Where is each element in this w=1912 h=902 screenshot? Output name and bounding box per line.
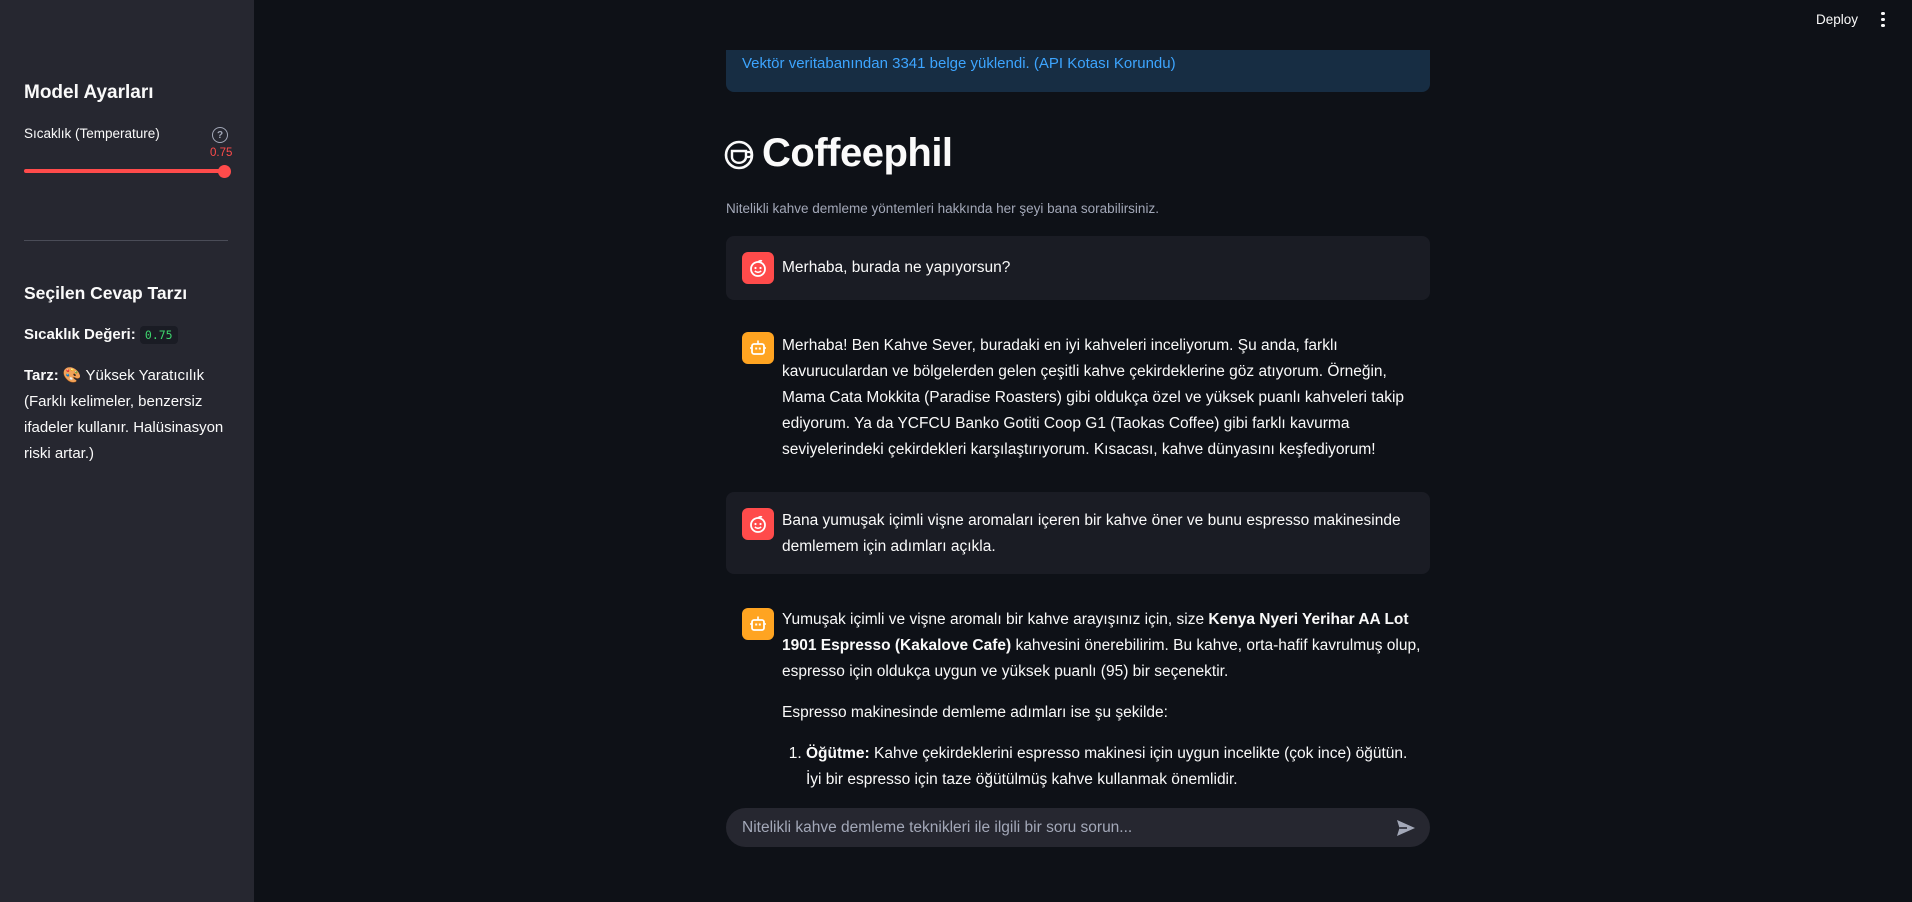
chat-input-container bbox=[726, 808, 1430, 847]
chat-input[interactable] bbox=[742, 808, 1362, 847]
smiley-icon bbox=[742, 508, 774, 540]
page-title: Coffeephil bbox=[762, 131, 953, 175]
slider-track[interactable] bbox=[24, 169, 226, 173]
robot-icon bbox=[742, 608, 774, 640]
list-item: Öğütme: Kahve çekirdeklerini espresso ma… bbox=[806, 741, 1424, 792]
robot-icon bbox=[742, 332, 774, 364]
message-text: Yumuşak içimli ve vişne aromalı bir kahv… bbox=[782, 607, 1424, 792]
deploy-button[interactable]: Deploy bbox=[1816, 12, 1858, 27]
temperature-slider-label: Sıcaklık (Temperature) bbox=[24, 126, 160, 141]
chat-message-user: Bana yumuşak içimli vişne aromaları içer… bbox=[726, 492, 1430, 574]
message-paragraph: Yumuşak içimli ve vişne aromalı bir kahv… bbox=[782, 611, 1421, 680]
chat-message-assistant: Yumuşak içimli ve vişne aromalı bir kahv… bbox=[726, 592, 1430, 792]
info-alert: Vektör veritabanından 3341 belge yüklend… bbox=[726, 50, 1430, 92]
message-paragraph: Espresso makinesinde demleme adımları is… bbox=[782, 704, 1168, 721]
selected-style-title: Seçilen Cevap Tarzı bbox=[24, 283, 188, 303]
temperature-value-row: Sıcaklık Değeri: 0.75 bbox=[24, 322, 228, 348]
brew-steps-list: Öğütme: Kahve çekirdeklerini espresso ma… bbox=[782, 741, 1424, 792]
slider-thumb[interactable] bbox=[218, 165, 231, 178]
info-alert-text: Vektör veritabanından 3341 belge yüklend… bbox=[742, 55, 1176, 72]
chat-message-assistant: Merhaba! Ben Kahve Sever, buradaki en iy… bbox=[726, 316, 1430, 476]
kebab-menu-icon[interactable] bbox=[1876, 10, 1890, 30]
temperature-value-label: Sıcaklık Değeri: bbox=[24, 326, 136, 343]
help-icon[interactable]: ? bbox=[212, 127, 228, 143]
sidebar: Model Ayarları Sıcaklık (Temperature) ? … bbox=[0, 0, 254, 902]
message-text: Merhaba, burada ne yapıyorsun? bbox=[782, 259, 1011, 276]
sidebar-divider bbox=[24, 240, 228, 241]
style-label: Tarz: bbox=[24, 367, 59, 384]
model-settings-title: Model Ayarları bbox=[24, 82, 154, 103]
palette-icon: 🎨 bbox=[62, 367, 82, 384]
temperature-slider-value: 0.75 bbox=[210, 147, 233, 159]
page-caption: Nitelikli kahve demleme yöntemleri hakkı… bbox=[726, 201, 1159, 216]
temperature-value-code: 0.75 bbox=[139, 326, 178, 344]
message-text: Merhaba! Ben Kahve Sever, buradaki en iy… bbox=[782, 337, 1405, 458]
coffee-cup-icon bbox=[724, 140, 754, 170]
chat-message-user: Merhaba, burada ne yapıyorsun? bbox=[726, 236, 1430, 300]
send-icon[interactable] bbox=[1394, 816, 1418, 840]
message-text: Bana yumuşak içimli vişne aromaları içer… bbox=[782, 512, 1401, 555]
smiley-icon bbox=[742, 252, 774, 284]
style-description: Tarz: 🎨 Yüksek Yaratıcılık (Farklı kelim… bbox=[24, 363, 228, 467]
